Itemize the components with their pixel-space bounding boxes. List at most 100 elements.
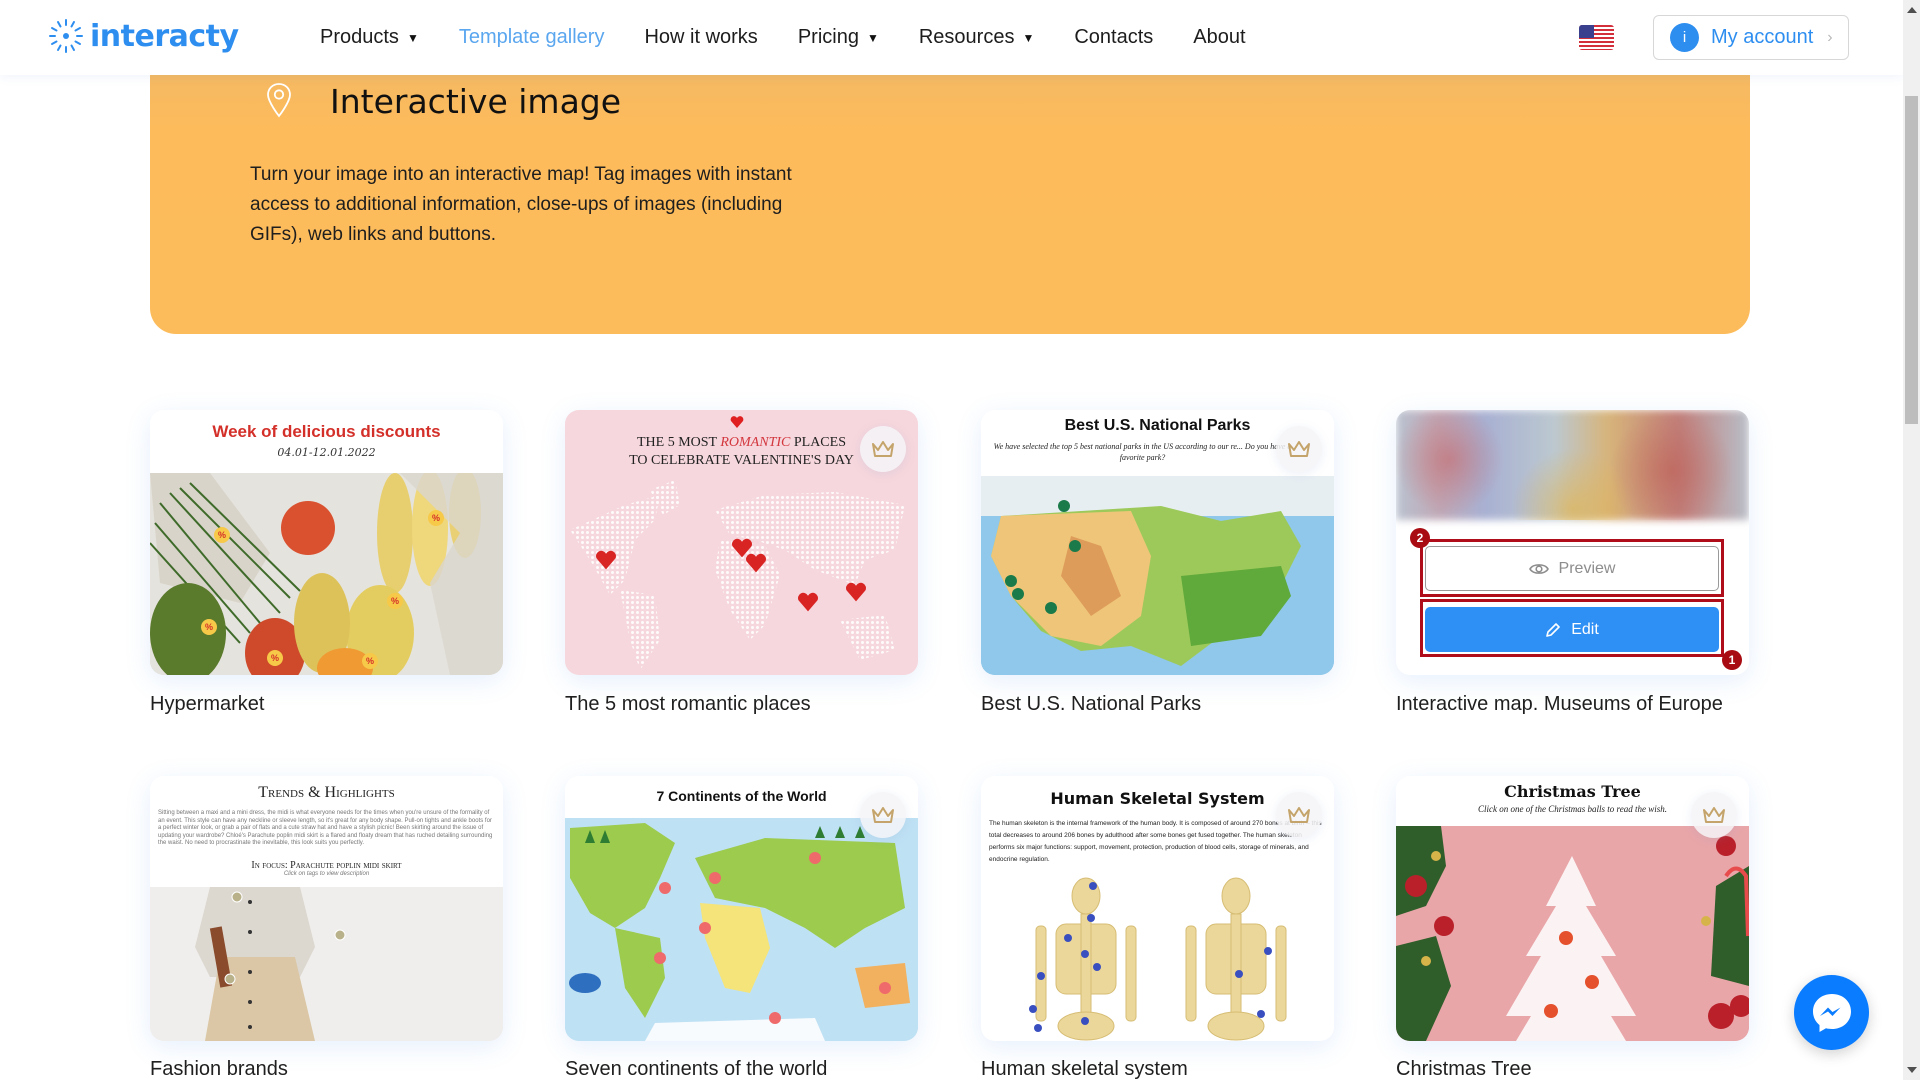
heart-icon — [846, 582, 866, 602]
template-card-skeletal-system[interactable]: Human Skeletal System The human skeleton… — [981, 776, 1334, 1041]
continents-illustration — [565, 818, 918, 1041]
preview-title: Trends & Highlights — [258, 784, 395, 801]
annotation-badge-2: 2 — [1410, 528, 1430, 548]
template-card-national-parks[interactable]: Best U.S. National Parks We have selecte… — [981, 410, 1334, 675]
template-title[interactable]: Christmas Tree — [1396, 1058, 1532, 1080]
crown-icon — [1288, 807, 1310, 823]
svg-text:%: % — [271, 653, 279, 663]
nav-resources[interactable]: Resources ▼ — [919, 26, 1035, 49]
flag-canton — [1579, 25, 1594, 38]
groceries-illustration: %%%%%% — [150, 468, 503, 675]
nav-contacts[interactable]: Contacts — [1074, 26, 1153, 49]
preview-title-part: THE 5 MOST — [637, 435, 721, 450]
premium-crown-badge — [860, 426, 906, 472]
preview-title: Christmas Tree — [1504, 782, 1641, 801]
account-info-icon: i — [1670, 23, 1699, 52]
nav-template-gallery[interactable]: Template gallery — [459, 26, 605, 49]
svg-text:%: % — [205, 622, 213, 632]
logo-icon — [49, 19, 83, 53]
template-title[interactable]: Seven continents of the world — [565, 1058, 827, 1080]
heart-icon — [730, 416, 744, 428]
crown-icon — [1288, 441, 1310, 457]
template-title[interactable]: Human skeletal system — [981, 1058, 1188, 1080]
nav-label: Resources — [918, 26, 1015, 48]
preview-image-christmas — [1396, 826, 1749, 1041]
nav-how-it-works[interactable]: How it works — [644, 26, 757, 49]
my-account-button[interactable]: i My account › — [1653, 15, 1849, 60]
edit-button[interactable]: Edit — [1425, 607, 1719, 652]
preview-image-blurred-overlay — [1396, 410, 1749, 520]
nav-label: Pricing — [797, 26, 859, 48]
preview-title-part: PLACES — [790, 435, 846, 450]
nav-label: Template gallery — [458, 26, 605, 48]
template-title[interactable]: Hypermarket — [150, 693, 264, 716]
messenger-chat-button[interactable] — [1794, 975, 1869, 1050]
christmas-illustration — [1396, 826, 1749, 1041]
preview-title-em: ROMANTIC — [720, 435, 791, 450]
hero-banner: Interactive image Turn your image into a… — [150, 40, 1750, 334]
template-title[interactable]: Best U.S. National Parks — [981, 693, 1201, 716]
template-title[interactable]: Fashion brands — [150, 1058, 288, 1080]
scrollbar-thumb[interactable] — [1905, 96, 1918, 424]
hero-title: Interactive image — [330, 82, 622, 121]
nav-about[interactable]: About — [1193, 26, 1245, 49]
preview-body: Sitting between a maxi and a mini dress,… — [158, 810, 493, 846]
template-card-romantic-places[interactable]: THE 5 MOST ROMANTIC PLACES TO CELEBRATE … — [565, 410, 918, 675]
svg-text:%: % — [432, 513, 440, 523]
premium-crown-badge — [1276, 426, 1322, 472]
caret-down-icon: ▼ — [406, 30, 419, 45]
vertical-scrollbar[interactable] — [1903, 0, 1920, 1080]
preview-image-us-map — [981, 476, 1334, 675]
hero-description: Turn your image into an interactive map!… — [250, 164, 792, 245]
messenger-icon — [1812, 993, 1851, 1032]
annotation-badge-1: 1 — [1722, 650, 1742, 670]
template-title[interactable]: Interactive map. Museums of Europe — [1396, 693, 1723, 716]
preview-hint: Click on tags to view description — [283, 870, 370, 877]
svg-text:%: % — [366, 656, 374, 666]
pencil-icon — [1546, 622, 1561, 637]
page: interacty Products ▼ Template gallery How… — [0, 0, 1903, 1080]
caret-down-icon: ▼ — [866, 30, 879, 45]
caret-down-icon: ▼ — [1022, 30, 1035, 45]
preview-image-fashion — [150, 887, 503, 1041]
svg-text:%: % — [391, 596, 399, 606]
nav-products[interactable]: Products ▼ — [320, 26, 419, 49]
premium-crown-badge — [860, 792, 906, 838]
scroll-down-arrow-icon[interactable] — [1907, 1067, 1917, 1073]
template-card-christmas-tree[interactable]: Christmas Tree Click on one of the Chris… — [1396, 776, 1749, 1041]
template-title[interactable]: The 5 most romantic places — [565, 693, 811, 716]
skeleton-illustration — [1029, 877, 1287, 1041]
preview-image-continents — [565, 818, 918, 1041]
us-flag-icon[interactable] — [1579, 25, 1614, 50]
nav-label: Contacts — [1074, 26, 1154, 48]
card-preview-header: Week of delicious discounts 04.01-12.01.… — [150, 410, 503, 473]
svg-text:%: % — [218, 530, 226, 540]
crown-icon — [1703, 807, 1725, 823]
preview-body: The human skeleton is the internal frame… — [989, 820, 1322, 863]
nav-label: How it works — [644, 26, 758, 48]
eye-icon — [1528, 563, 1549, 574]
card-preview-header: Trends & Highlights Sitting between a ma… — [150, 776, 503, 887]
heart-icon — [746, 553, 766, 573]
preview-subtitle: 04.01-12.01.2022 — [277, 446, 376, 459]
account-label: My account — [1711, 26, 1814, 48]
us-map-illustration — [981, 476, 1334, 675]
nav-pricing[interactable]: Pricing ▼ — [798, 26, 879, 49]
scroll-up-arrow-icon[interactable] — [1907, 7, 1917, 13]
crown-icon — [872, 807, 894, 823]
preview-button[interactable]: Preview — [1425, 546, 1719, 591]
preview-title: Best U.S. National Parks — [1064, 417, 1251, 434]
template-card-seven-continents[interactable]: 7 Continents of the World — [565, 776, 918, 1041]
nav-label: About — [1193, 26, 1246, 48]
edit-button-label: Edit — [1571, 620, 1599, 638]
map-pin-icon — [267, 83, 291, 118]
crown-icon — [872, 441, 894, 457]
preview-image-groceries: %%%%%% — [150, 468, 503, 675]
heart-icon — [596, 550, 616, 570]
template-card-hypermarket[interactable]: Week of delicious discounts 04.01-12.01.… — [150, 410, 503, 675]
logo[interactable]: interacty — [48, 18, 239, 54]
main-nav: Products ▼ Template gallery How it works … — [320, 0, 1246, 75]
template-card-fashion-brands[interactable]: Trends & Highlights Sitting between a ma… — [150, 776, 503, 1041]
template-card-museums-of-europe[interactable]: Preview Edit 2 1 — [1396, 410, 1749, 675]
preview-subtitle: In focus: Parachute poplin midi skirt — [251, 859, 402, 871]
